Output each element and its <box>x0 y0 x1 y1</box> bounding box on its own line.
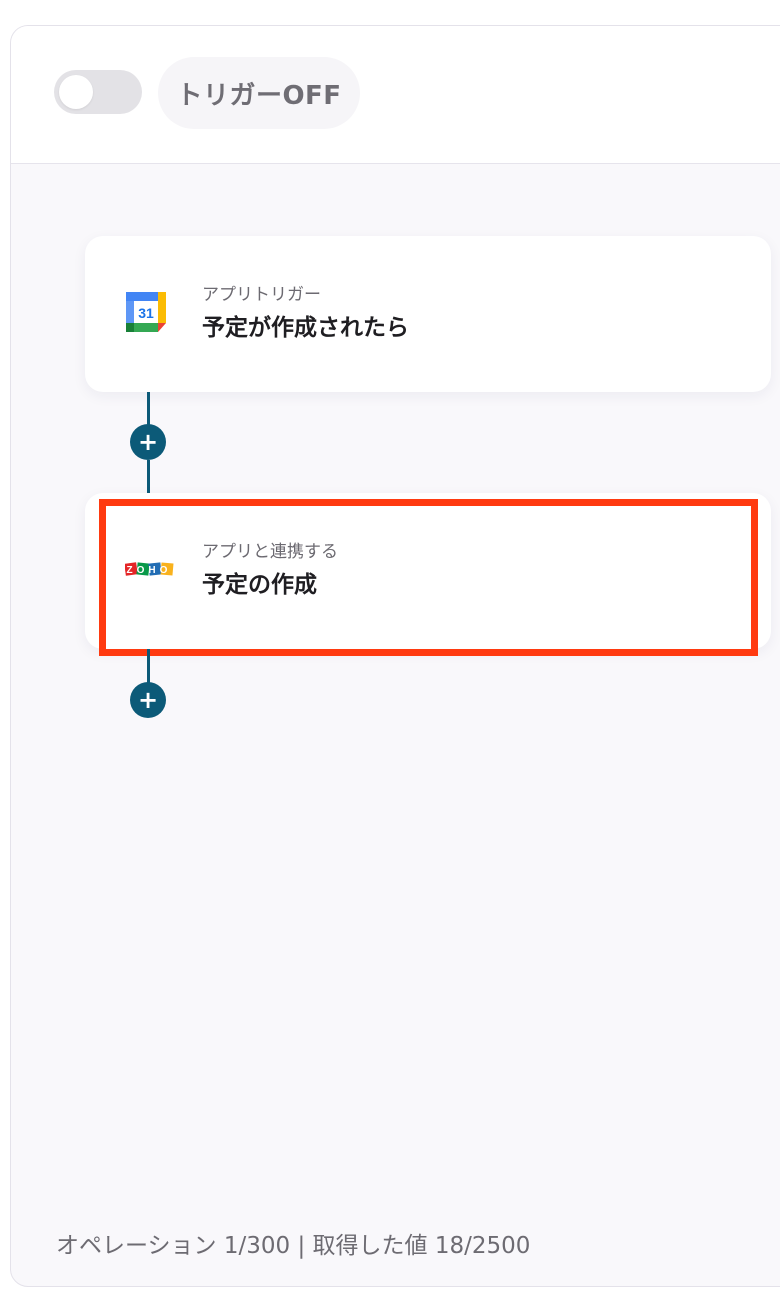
flow-connector <box>147 649 150 685</box>
trigger-toggle[interactable] <box>54 70 142 114</box>
usage-status: オペレーション 1/300 | 取得した値 18/2500 <box>56 1233 531 1259</box>
toggle-knob <box>59 75 93 109</box>
step-title: 予定が作成されたら <box>202 315 409 341</box>
add-step-button[interactable]: + <box>130 682 166 718</box>
add-step-button[interactable]: + <box>130 424 166 460</box>
google-calendar-icon: 31 <box>125 291 167 337</box>
flow-connector <box>147 392 150 428</box>
flow-step-trigger[interactable]: 31 アプリトリガー 予定が作成されたら <box>85 236 771 392</box>
trigger-toolbar: トリガーOFF <box>11 26 780 164</box>
zoho-icon: ZOHO <box>124 561 175 581</box>
flow-connector <box>147 460 150 493</box>
flow-step-action[interactable]: ZOHO アプリと連携する 予定の作成 <box>85 493 771 649</box>
step-text: アプリトリガー 予定が作成されたら <box>202 284 409 344</box>
step-subtitle: アプリと連携する <box>202 542 338 562</box>
step-text: アプリと連携する 予定の作成 <box>202 541 338 601</box>
svg-text:31: 31 <box>138 305 154 321</box>
workflow-editor-panel: トリガーOFF 31 アプリトリガー 予定が作成されたら + ZOHO アプリと… <box>10 25 780 1287</box>
svg-text:ZOHO: ZOHO <box>127 565 172 576</box>
step-title: 予定の作成 <box>202 572 317 598</box>
step-subtitle: アプリトリガー <box>202 285 321 305</box>
trigger-status-label: トリガーOFF <box>158 57 360 129</box>
